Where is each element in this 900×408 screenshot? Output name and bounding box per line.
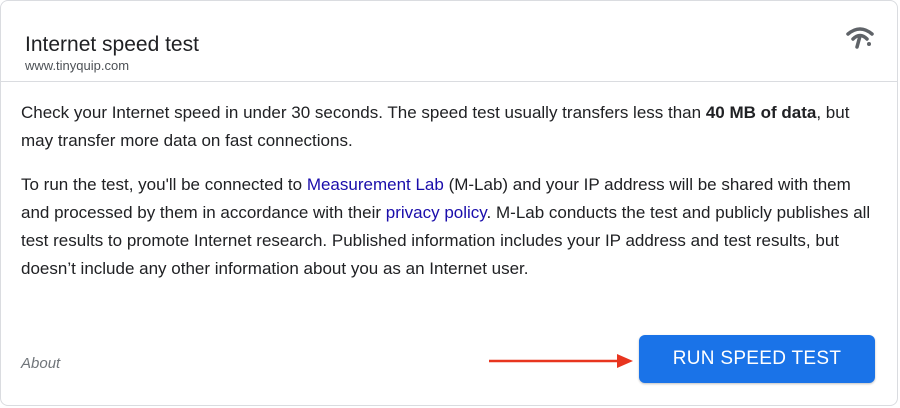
wifi-icon: [846, 27, 874, 49]
speed-test-card: Internet speed test www.tinyquip.com Che…: [0, 0, 898, 406]
privacy-policy-link[interactable]: privacy policy: [386, 203, 487, 222]
about-link[interactable]: About: [21, 354, 60, 374]
source-url: www.tinyquip.com: [25, 58, 130, 73]
privacy-text-start: To run the test, you'll be connected to: [21, 175, 307, 194]
description: Check your Internet speed in under 30 se…: [21, 99, 883, 299]
run-speed-test-button[interactable]: RUN SPEED TEST: [639, 335, 875, 383]
card-title: Internet speed test: [25, 33, 199, 56]
measurement-lab-link[interactable]: Measurement Lab: [307, 175, 444, 194]
data-size-bold: 40 MB of data: [705, 103, 817, 122]
privacy-paragraph: To run the test, you'll be connected to …: [21, 171, 883, 283]
card-header: Internet speed test www.tinyquip.com: [1, 1, 897, 82]
intro-text: Check your Internet speed in under 30 se…: [21, 103, 706, 122]
intro-paragraph: Check your Internet speed in under 30 se…: [21, 99, 883, 155]
right-arrow-icon: [489, 354, 633, 368]
